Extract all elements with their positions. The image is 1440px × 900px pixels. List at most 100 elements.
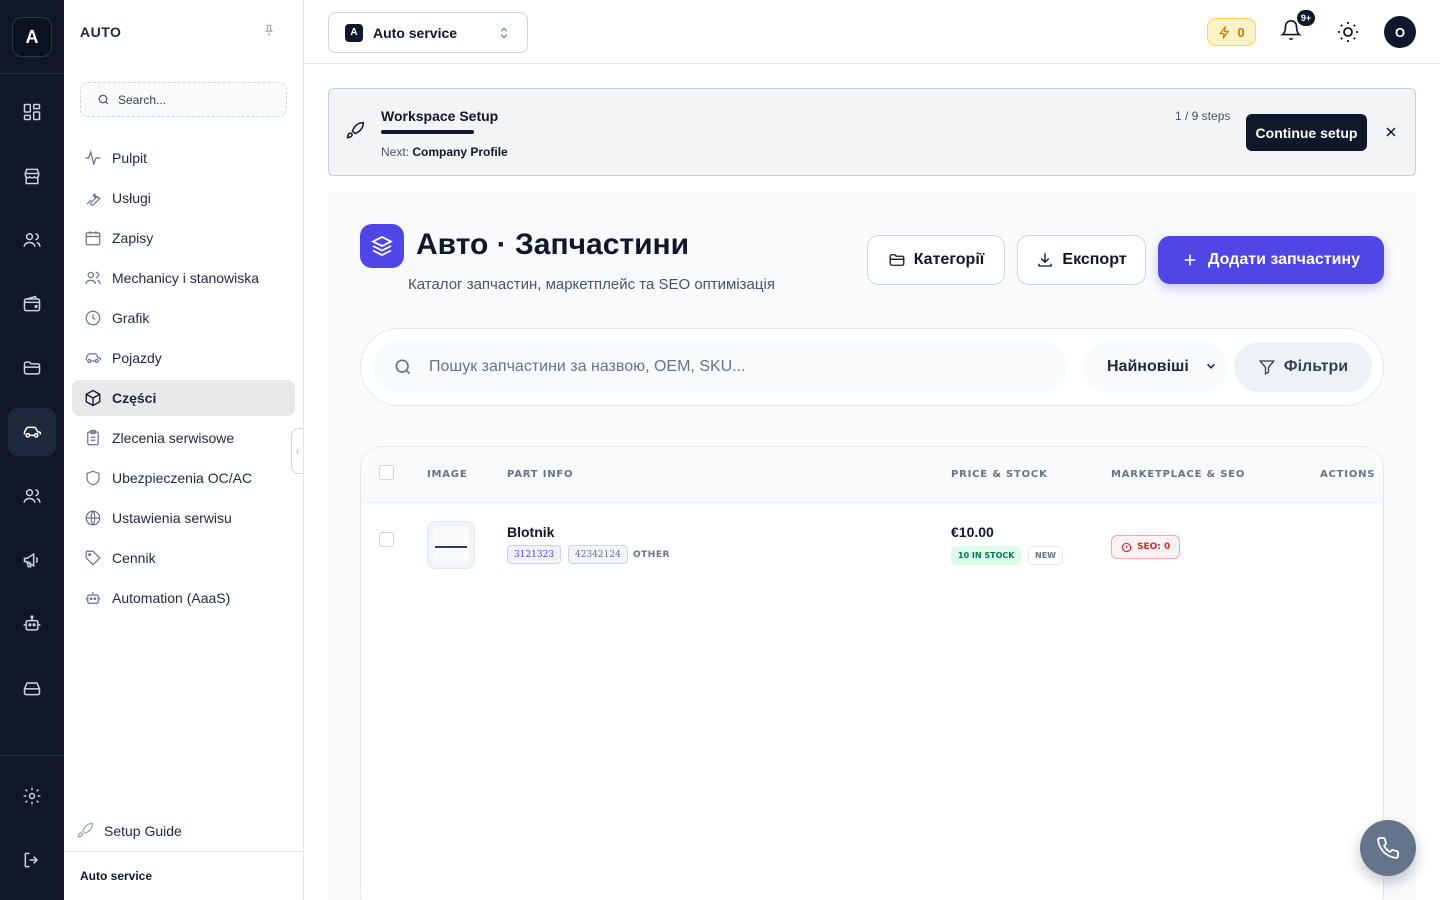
- sidebar-search-placeholder: Search...: [118, 92, 167, 107]
- users-icon: [85, 271, 101, 285]
- next-step-name: Company Profile: [412, 145, 508, 159]
- shield-icon: [86, 470, 100, 486]
- continue-setup-button[interactable]: Continue setup: [1246, 114, 1367, 151]
- add-part-label: Додати запчастину: [1208, 251, 1360, 268]
- tag-icon: [85, 550, 101, 566]
- sidebar-collapse-toggle[interactable]: ‹: [291, 428, 303, 474]
- sidebar-footer-workspace: Auto service: [80, 869, 153, 883]
- column-header-actions: ACTIONS: [1320, 469, 1376, 480]
- setup-progress-bar: [381, 130, 474, 134]
- sidebar-item-zlecenia[interactable]: Zlecenia serwisowe: [72, 420, 295, 456]
- sku-tag: 3121323: [507, 545, 562, 564]
- setup-guide-link[interactable]: Setup Guide: [76, 822, 182, 840]
- rocket-icon: [77, 822, 94, 838]
- calendar-icon: [85, 231, 101, 246]
- sidebar-item-label: Zlecenia serwisowe: [112, 430, 235, 446]
- table-row[interactable]: Blotnik 3121323 42342124 OTHER €10.00 10…: [361, 503, 1383, 587]
- store-icon[interactable]: [8, 152, 56, 200]
- activity-icon: [85, 149, 101, 167]
- sidebar-item-zapisy[interactable]: Zapisy: [72, 220, 295, 256]
- column-header-marketplace-seo: MARKETPLACE & SEO: [1111, 469, 1246, 480]
- car-icon[interactable]: [8, 408, 56, 456]
- part-thumbnail: [433, 527, 469, 563]
- sidebar-item-czesci[interactable]: Części: [72, 380, 295, 416]
- condition-badge: NEW: [1028, 546, 1063, 565]
- parts-page: Авто · Запчастини Каталог запчастин, мар…: [328, 192, 1416, 900]
- globe-icon: [85, 510, 101, 526]
- sidebar-item-uslugi[interactable]: Usługi: [72, 180, 295, 216]
- column-header-part-info: PART INFO: [507, 469, 574, 480]
- dashboard-icon[interactable]: [8, 88, 56, 136]
- chevron-down-icon: [1206, 363, 1216, 369]
- sidebar-search-input[interactable]: Search...: [80, 82, 287, 117]
- logout-icon[interactable]: [8, 836, 56, 884]
- column-header-price-stock: PRICE & STOCK: [951, 469, 1048, 480]
- select-all-checkbox[interactable]: [379, 465, 394, 480]
- add-part-button[interactable]: Додати запчастину: [1158, 236, 1384, 284]
- parts-search-input[interactable]: Пошук запчастини за назвою, OEM, SKU...: [373, 342, 1067, 392]
- filters-button[interactable]: Фільтри: [1234, 342, 1372, 392]
- sidebar-item-automation[interactable]: Automation (AaaS): [72, 580, 295, 616]
- sort-select[interactable]: Найновіші: [1083, 342, 1228, 392]
- sidebar-item-cennik[interactable]: Cennik: [72, 540, 295, 576]
- sidebar-item-pojazdy[interactable]: Pojazdy: [72, 340, 295, 376]
- pin-icon[interactable]: [262, 23, 276, 42]
- user-avatar[interactable]: O: [1384, 16, 1416, 48]
- clock-icon: [85, 310, 101, 326]
- drive-icon[interactable]: [8, 664, 56, 712]
- filter-icon: [1258, 360, 1276, 375]
- rail-divider: [0, 755, 64, 756]
- megaphone-icon[interactable]: [8, 536, 56, 584]
- wallet-icon[interactable]: [8, 280, 56, 328]
- categories-button[interactable]: Категорії: [867, 235, 1005, 285]
- package-icon: [85, 389, 101, 407]
- part-name[interactable]: Blotnik: [507, 524, 554, 540]
- sidebar-item-label: Pulpit: [112, 150, 148, 166]
- sidebar-item-label: Zapisy: [112, 230, 154, 246]
- clipboard-icon: [87, 429, 99, 446]
- chevron-up-down-icon: [500, 27, 508, 39]
- part-image[interactable]: [427, 521, 475, 569]
- sidebar-item-ubezpieczenia[interactable]: Ubezpieczenia OC/AC: [72, 460, 295, 496]
- setup-guide-label: Setup Guide: [104, 823, 182, 839]
- top-header: A Auto service 0 9+ O: [304, 0, 1440, 64]
- plus-icon: [1184, 254, 1196, 266]
- sidebar-item-pulpit[interactable]: Pulpit: [72, 140, 295, 176]
- app-logo[interactable]: A: [12, 17, 52, 57]
- page-title: Авто · Запчастини: [416, 228, 690, 261]
- alert-circle-icon: [1121, 542, 1132, 552]
- parts-table: IMAGE PART INFO PRICE & STOCK MARKETPLAC…: [360, 446, 1384, 900]
- folder-icon[interactable]: [8, 344, 56, 392]
- table-header: IMAGE PART INFO PRICE & STOCK MARKETPLAC…: [361, 447, 1383, 503]
- sidebar-item-label: Pojazdy: [112, 350, 162, 366]
- export-button[interactable]: Експорт: [1017, 235, 1146, 285]
- call-support-button[interactable]: [1360, 820, 1416, 876]
- row-checkbox[interactable]: [379, 532, 394, 547]
- sidebar-nav: Pulpit Usługi Zapisy Mechanicy i stanowi…: [72, 140, 295, 620]
- parts-search-placeholder: Пошук запчастини за назвою, OEM, SKU...: [429, 358, 746, 375]
- gear-icon[interactable]: [8, 772, 56, 820]
- bot-icon[interactable]: [8, 600, 56, 648]
- users-icon[interactable]: [8, 216, 56, 264]
- banner-title: Workspace Setup: [381, 108, 499, 124]
- part-price: €10.00: [951, 524, 994, 540]
- seo-score-badge: SEO: 0: [1111, 535, 1181, 559]
- workspace-selector[interactable]: A Auto service: [328, 12, 528, 53]
- credits-count: 0: [1237, 24, 1245, 40]
- sidebar-item-ustawienia[interactable]: Ustawienia serwisu: [72, 500, 295, 536]
- folder-open-icon: [889, 254, 905, 266]
- chevron-left-icon: ‹: [295, 445, 300, 457]
- sidebar-item-label: Mechanicy i stanowiska: [112, 270, 260, 286]
- sidebar-item-mechanicy[interactable]: Mechanicy i stanowiska: [72, 260, 295, 296]
- sidebar-item-grafik[interactable]: Grafik: [72, 300, 295, 336]
- workspace-badge: A: [345, 23, 363, 42]
- close-icon[interactable]: [1383, 124, 1399, 140]
- team-icon[interactable]: [8, 472, 56, 520]
- credits-badge[interactable]: 0: [1207, 18, 1256, 46]
- seo-score-label: SEO: 0: [1137, 542, 1171, 552]
- download-icon: [1038, 253, 1053, 267]
- sun-icon[interactable]: [1336, 20, 1360, 44]
- workspace-setup-banner: Workspace Setup Next: Company Profile 1 …: [328, 88, 1416, 176]
- sidebar-item-label: Usługi: [112, 190, 151, 206]
- search-toolbar: Пошук запчастини за назвою, OEM, SKU... …: [360, 328, 1384, 406]
